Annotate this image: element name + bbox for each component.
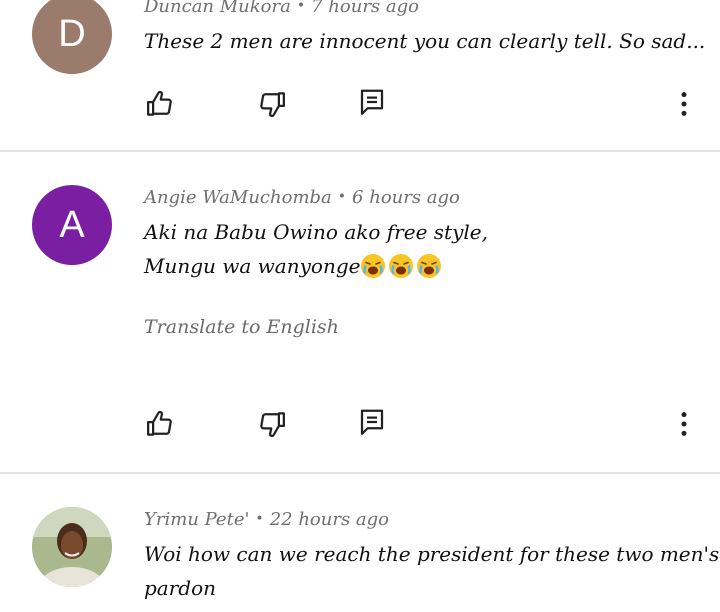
reply-icon[interactable] (357, 87, 387, 117)
avatar-duncan[interactable]: D (32, 0, 112, 74)
crying-face-icon (361, 254, 386, 278)
comment-text-line-1: Aki na Babu Owino ako free style, (144, 220, 488, 244)
dislike-icon[interactable] (257, 89, 287, 119)
comment-text: Mungu wa wanyonge (144, 254, 361, 278)
author-name[interactable]: Angie WaMuchomba (144, 187, 332, 208)
avatar-angie[interactable]: A (32, 185, 112, 265)
author-name[interactable]: Yrimu Pete' (144, 509, 249, 530)
reply-icon[interactable] (357, 407, 387, 437)
more-options-icon[interactable] (669, 89, 699, 119)
comment-3: Yrimu Pete' • 22 hours ago Woi how can we … (0, 474, 720, 612)
timestamp: 6 hours ago (352, 187, 460, 208)
separator-dot: • (296, 0, 306, 14)
crying-face-icon (389, 254, 414, 278)
separator-dot: • (255, 511, 264, 527)
more-options-icon[interactable] (669, 409, 699, 439)
comment-meta: Angie WaMuchomba • 6 hours ago (144, 187, 460, 208)
comment-text-line-2: Mungu wa wanyonge (144, 253, 444, 279)
author-name[interactable]: Duncan Mukora (144, 0, 291, 17)
like-icon[interactable] (145, 89, 175, 119)
separator-dot: • (337, 189, 347, 205)
translate-link[interactable]: Translate to English (144, 316, 339, 338)
comment-text-line-2: pardon (144, 576, 217, 600)
dislike-icon[interactable] (257, 409, 287, 439)
comment-text-line-1: Woi how can we reach the president for t… (144, 542, 720, 566)
comment-meta: Yrimu Pete' • 22 hours ago (144, 509, 389, 530)
comment-1: D Duncan Mukora • 7 hours ago These 2 men … (0, 0, 720, 150)
timestamp: 7 hours ago (311, 0, 419, 17)
comment-meta: Duncan Mukora • 7 hours ago (144, 0, 419, 17)
like-icon[interactable] (145, 409, 175, 439)
comment-text: These 2 men are innocent you can clearly… (144, 29, 706, 53)
avatar-photo[interactable] (32, 507, 112, 587)
comment-2: A Angie WaMuchomba • 6 hours ago Aki na Ba… (0, 152, 720, 472)
timestamp: 22 hours ago (269, 509, 389, 530)
crying-face-icon (417, 254, 442, 278)
